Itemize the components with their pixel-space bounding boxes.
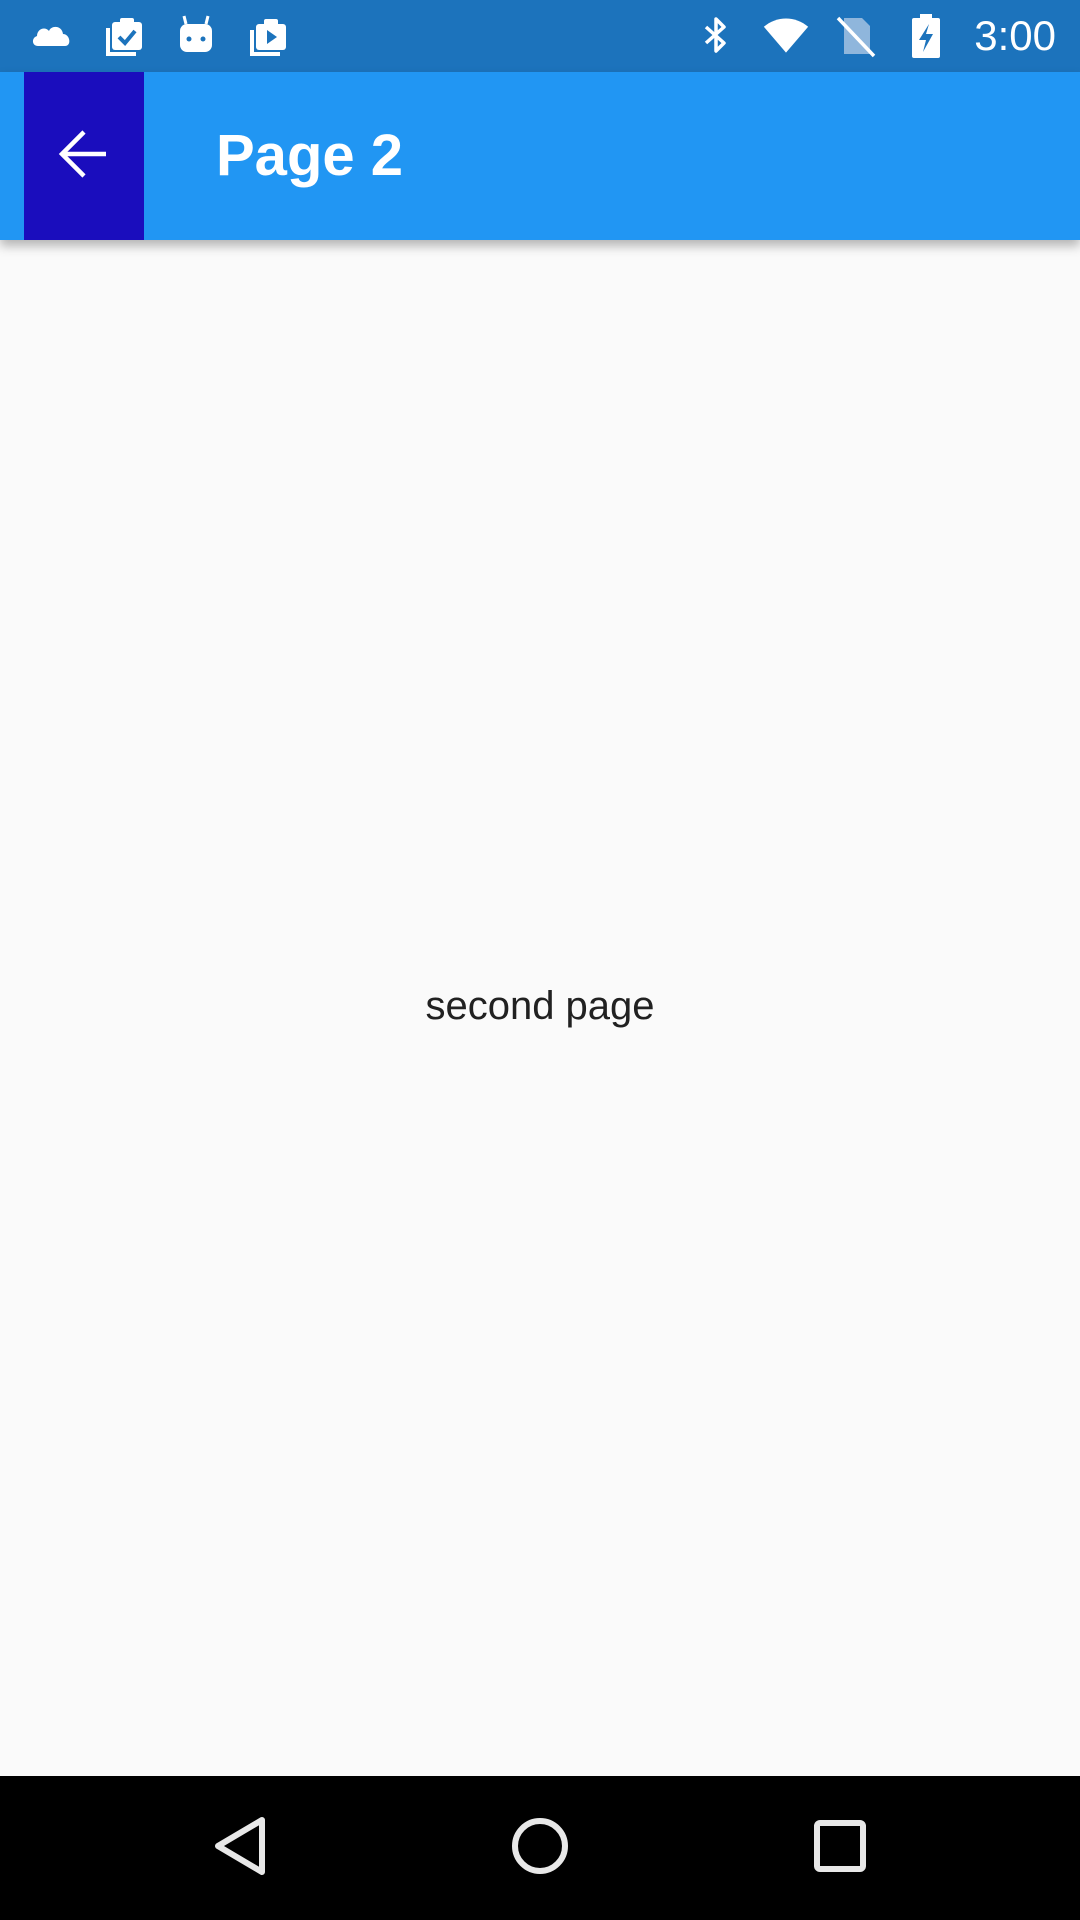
cloud-icon bbox=[28, 12, 76, 60]
body-text: second page bbox=[425, 984, 655, 1028]
media-queue-icon bbox=[244, 12, 292, 60]
status-bar: 3:00 bbox=[0, 0, 1080, 72]
system-status-icons: 3:00 bbox=[692, 12, 1056, 60]
home-circle-icon bbox=[508, 1814, 572, 1883]
nav-back-button[interactable] bbox=[180, 1800, 300, 1896]
android-icon bbox=[172, 12, 220, 60]
navigation-bar bbox=[0, 1776, 1080, 1920]
recents-square-icon bbox=[810, 1816, 870, 1881]
wifi-icon bbox=[762, 12, 810, 60]
back-button[interactable] bbox=[24, 72, 144, 240]
page-content: second page bbox=[0, 240, 1080, 1776]
battery-charging-icon bbox=[902, 12, 950, 60]
back-triangle-icon bbox=[210, 1814, 270, 1883]
page-title: Page 2 bbox=[216, 123, 403, 188]
nav-home-button[interactable] bbox=[480, 1800, 600, 1896]
no-sim-icon bbox=[832, 12, 880, 60]
nav-recents-button[interactable] bbox=[780, 1800, 900, 1896]
notification-icons bbox=[28, 12, 292, 60]
clipboard-check-icon bbox=[100, 12, 148, 60]
arrow-back-icon bbox=[56, 126, 112, 187]
status-clock: 3:00 bbox=[974, 12, 1056, 59]
bluetooth-icon bbox=[692, 12, 740, 60]
app-bar: Page 2 bbox=[0, 72, 1080, 240]
